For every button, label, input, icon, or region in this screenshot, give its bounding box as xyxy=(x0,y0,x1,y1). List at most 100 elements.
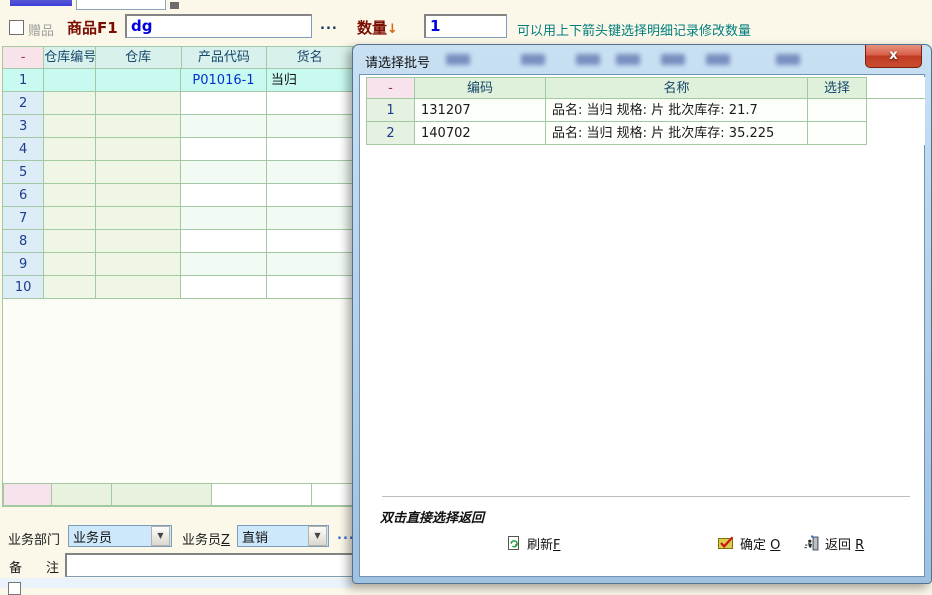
ghost-text xyxy=(661,54,685,65)
column-header: 仓库 xyxy=(96,47,182,69)
table-cell xyxy=(44,207,95,230)
table-cell xyxy=(181,92,267,115)
dropdown-arrow-icon[interactable]: ▼ xyxy=(308,526,327,546)
table-cell: 当归 xyxy=(267,69,353,92)
table-cell xyxy=(44,230,95,253)
row-filler xyxy=(867,99,925,122)
table-cell: 131207 xyxy=(415,99,546,122)
ghost-text xyxy=(776,54,800,65)
top-cropped-input[interactable] xyxy=(76,0,166,10)
dept-label: 业务部门 xyxy=(8,529,60,548)
table-cell xyxy=(96,115,182,138)
table-cell xyxy=(96,161,182,184)
table-cell: 9 xyxy=(3,253,44,276)
batch-table-header: -编码名称选择 xyxy=(366,77,926,99)
gift-checkbox-label: 赠品 xyxy=(28,20,54,39)
top-cropped-fragment xyxy=(170,2,179,9)
table-row[interactable]: 6 xyxy=(3,184,353,207)
header-filler xyxy=(867,77,925,99)
salesman-select[interactable]: 直销 ▼ xyxy=(237,525,329,547)
back-button[interactable]: 返回 R xyxy=(804,532,864,554)
main-product-table: -仓库编号仓库产品代码货名 1P01016-1当归2345678910 xyxy=(2,46,354,507)
product-input[interactable]: dg xyxy=(125,14,312,38)
table-cell xyxy=(181,115,267,138)
table-cell xyxy=(267,253,353,276)
table-cell: 1 xyxy=(366,99,415,122)
table-cell: 7 xyxy=(3,207,44,230)
batch-table: -编码名称选择 1131207品名: 当归 规格: 片 批次库存: 21.721… xyxy=(366,77,926,145)
table-row[interactable]: 9 xyxy=(3,253,353,276)
dept-select-value: 业务员 xyxy=(69,527,150,546)
table-cell: 品名: 当归 规格: 片 批次库存: 35.225 xyxy=(546,122,808,145)
main-table-header: -仓库编号仓库产品代码货名 xyxy=(3,47,353,69)
ghost-text xyxy=(521,54,545,65)
table-cell xyxy=(267,184,353,207)
table-cell xyxy=(267,161,353,184)
column-header: 货名 xyxy=(267,47,353,69)
row-filler xyxy=(867,122,925,145)
product-label: 商品F1 xyxy=(67,17,118,38)
table-cell xyxy=(808,99,867,122)
table-row[interactable]: 1131207品名: 当归 规格: 片 批次库存: 21.7 xyxy=(366,99,926,122)
table-row[interactable]: 4 xyxy=(3,138,353,161)
table-row[interactable]: 5 xyxy=(3,161,353,184)
ghost-text xyxy=(616,54,640,65)
table-cell: 140702 xyxy=(415,122,546,145)
table-cell xyxy=(181,161,267,184)
main-table-rows: 1P01016-1当归2345678910 xyxy=(3,69,353,299)
table-cell: 4 xyxy=(3,138,44,161)
quantity-label: 数量↓ xyxy=(357,17,398,38)
dialog-body: -编码名称选择 1131207品名: 当归 规格: 片 批次库存: 21.721… xyxy=(359,74,925,577)
table-cell: 品名: 当归 规格: 片 批次库存: 21.7 xyxy=(546,99,808,122)
table-row[interactable]: 10 xyxy=(3,276,353,299)
salesman-label: 业务员Z xyxy=(182,529,230,548)
ghost-text xyxy=(576,54,600,65)
dropdown-arrow-icon[interactable]: ▼ xyxy=(151,526,170,546)
table-cell: 2 xyxy=(366,122,415,145)
column-header: 选择 xyxy=(808,77,867,99)
table-row[interactable]: 2140702品名: 当归 规格: 片 批次库存: 35.225 xyxy=(366,122,926,145)
quantity-hint: 可以用上下箭头键选择明细记录修改数量 xyxy=(517,20,751,39)
remark-input[interactable] xyxy=(65,553,357,577)
table-cell xyxy=(44,184,95,207)
quantity-input[interactable]: 1 xyxy=(424,14,507,38)
gift-checkbox[interactable] xyxy=(9,20,24,35)
table-row[interactable]: 1P01016-1当归 xyxy=(3,69,353,92)
bottom-cropped-checkbox[interactable] xyxy=(8,582,21,595)
top-cropped-row xyxy=(0,0,932,12)
table-cell xyxy=(96,138,182,161)
remark-label: 备注 xyxy=(9,557,59,576)
column-header: 产品代码 xyxy=(182,47,268,69)
ok-button[interactable]: 确定 O xyxy=(718,532,780,554)
refresh-icon xyxy=(506,535,522,551)
bottom-cropped-strip xyxy=(0,578,352,588)
table-cell xyxy=(181,207,267,230)
table-cell xyxy=(44,115,95,138)
table-row[interactable]: 2 xyxy=(3,92,353,115)
table-row[interactable]: 7 xyxy=(3,207,353,230)
table-cell xyxy=(181,276,267,299)
table-cell xyxy=(181,138,267,161)
table-cell xyxy=(44,276,95,299)
table-cell xyxy=(44,138,95,161)
main-table-footer-row xyxy=(3,483,354,506)
table-cell xyxy=(44,69,95,92)
column-header: 编码 xyxy=(415,77,546,99)
table-cell xyxy=(44,253,95,276)
refresh-button[interactable]: 刷新F xyxy=(506,532,561,554)
table-cell: 3 xyxy=(3,115,44,138)
table-cell xyxy=(267,276,353,299)
table-row[interactable]: 3 xyxy=(3,115,353,138)
table-row[interactable]: 8 xyxy=(3,230,353,253)
table-cell xyxy=(181,230,267,253)
table-cell xyxy=(181,253,267,276)
ghost-text xyxy=(706,54,730,65)
batch-select-dialog: 请选择批号 x -编码名称选择 1131207品名: 当归 规格: 片 批次库存… xyxy=(352,44,932,584)
table-cell xyxy=(96,92,182,115)
ok-check-icon xyxy=(718,536,735,550)
dialog-close-button[interactable]: x xyxy=(865,45,922,68)
product-browse-button[interactable]: ... xyxy=(320,18,338,33)
table-cell xyxy=(267,92,353,115)
table-cell: P01016-1 xyxy=(181,69,267,92)
dept-select[interactable]: 业务员 ▼ xyxy=(68,525,172,547)
